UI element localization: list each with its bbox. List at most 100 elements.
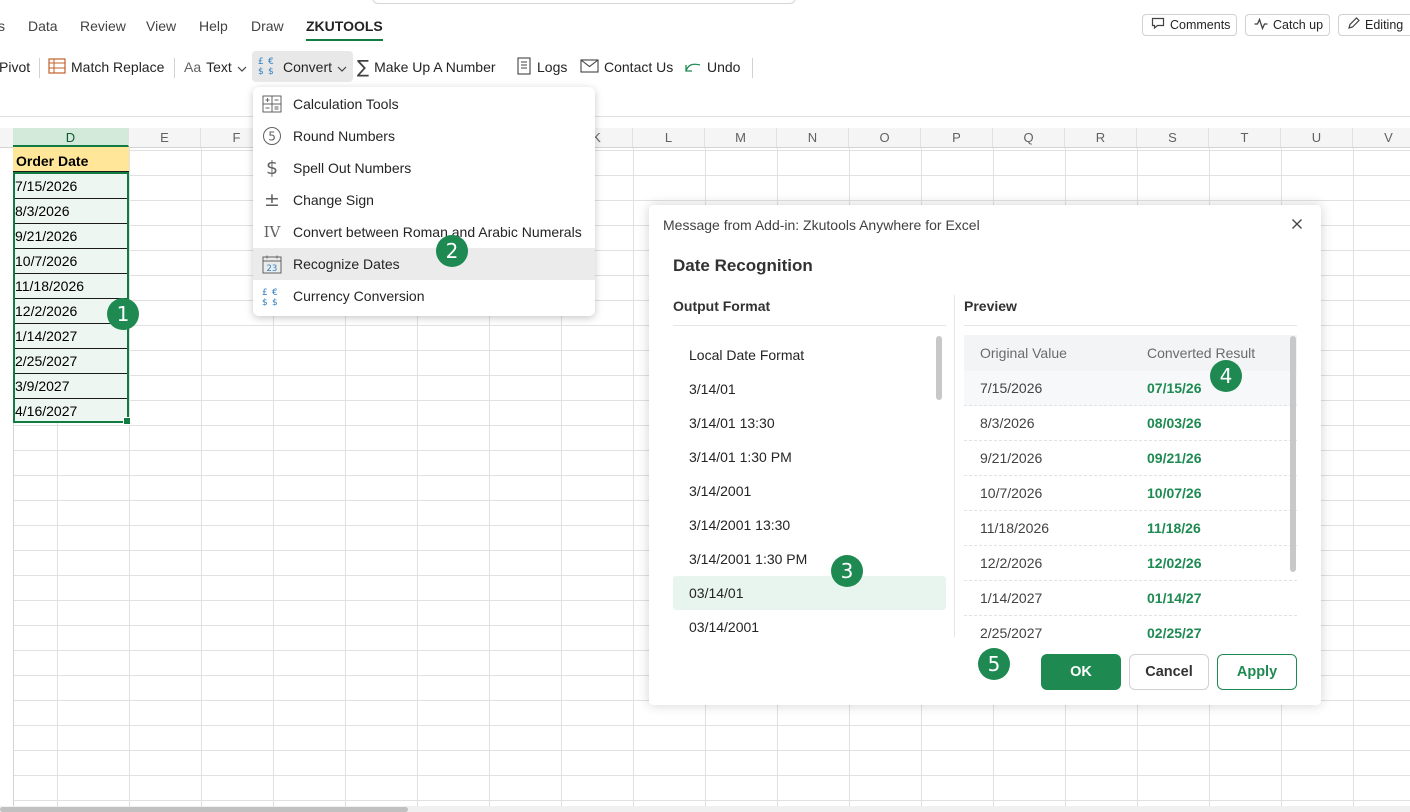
svg-text:$: $: [268, 67, 274, 75]
converted-value: 02/25/27: [1147, 625, 1202, 641]
step-badge-1: 1: [107, 298, 139, 330]
menu-item-label: Change Sign: [293, 192, 374, 208]
column-header-l[interactable]: L: [633, 128, 705, 147]
column-header-o[interactable]: O: [849, 128, 921, 147]
date-cell[interactable]: 2/25/2027: [15, 349, 127, 374]
tab-view[interactable]: View: [146, 18, 176, 34]
menu-item-round-numbers[interactable]: 5 Round Numbers: [253, 120, 595, 152]
format-option[interactable]: 3/14/01: [673, 372, 946, 406]
logs-label: Logs: [537, 59, 568, 75]
format-option[interactable]: 3/14/01 1:30 PM: [673, 440, 946, 474]
date-cell[interactable]: 7/15/2026: [15, 174, 127, 199]
menu-item-change-sign[interactable]: ± Change Sign: [253, 184, 595, 216]
format-option[interactable]: 3/14/01 13:30: [673, 406, 946, 440]
format-option-selected[interactable]: 03/14/01: [673, 576, 946, 610]
svg-text:£: £: [262, 288, 268, 298]
preview-scrollbar[interactable]: [1290, 336, 1296, 572]
calculator-grid-icon: [261, 95, 283, 113]
date-cell[interactable]: 9/21/2026: [15, 224, 127, 249]
tab-help[interactable]: Help: [199, 18, 228, 34]
column-header-u[interactable]: U: [1281, 128, 1353, 147]
date-cell[interactable]: 8/3/2026: [15, 199, 127, 224]
column-header-e[interactable]: E: [129, 128, 201, 147]
date-recognition-dialog: Message from Add-in: Zkutools Anywhere f…: [649, 205, 1321, 705]
column-header-n[interactable]: N: [777, 128, 849, 147]
close-icon[interactable]: [1289, 216, 1305, 232]
formula-bar[interactable]: [0, 86, 1410, 117]
format-option[interactable]: 3/14/2001: [673, 474, 946, 508]
menu-item-calculation-tools[interactable]: Calculation Tools: [253, 88, 595, 120]
preview-table-header: Original Value Converted Result: [964, 335, 1297, 371]
converted-value: 12/02/26: [1147, 555, 1202, 571]
divider: [964, 325, 1297, 326]
tab-draw[interactable]: Draw: [251, 18, 284, 34]
format-option[interactable]: 3/14/2001 13:30: [673, 508, 946, 542]
column-header-d[interactable]: D: [13, 128, 129, 147]
cancel-button[interactable]: Cancel: [1129, 654, 1209, 690]
order-date-header-cell[interactable]: Order Date: [13, 147, 129, 172]
original-value-header: Original Value: [980, 345, 1067, 361]
preview-row: 8/3/2026 08/03/26: [964, 406, 1297, 441]
tab-partial[interactable]: s: [0, 18, 5, 34]
date-cell[interactable]: 10/7/2026: [15, 249, 127, 274]
step-badge-4: 4: [1210, 360, 1242, 392]
preview-row: 11/18/2026 11/18/26: [964, 511, 1297, 546]
comments-label: Comments: [1170, 18, 1231, 32]
format-list[interactable]: Local Date Format 3/14/01 3/14/01 13:30 …: [673, 335, 946, 639]
catch-up-button[interactable]: Catch up: [1245, 14, 1330, 36]
convert-dropdown-menu: Calculation Tools 5 Round Numbers $ Spel…: [253, 87, 595, 316]
match-replace-button[interactable]: Match Replace: [48, 48, 164, 86]
original-value: 11/18/2026: [980, 520, 1050, 536]
date-cell[interactable]: 11/18/2026: [15, 274, 127, 299]
menu-item-recognize-dates[interactable]: 23 Recognize Dates: [253, 248, 595, 280]
ok-button[interactable]: OK: [1041, 654, 1121, 690]
original-value: 10/7/2026: [980, 485, 1043, 501]
format-option[interactable]: 3/14/2001 1:30 PM: [673, 542, 946, 576]
logs-button[interactable]: Logs: [516, 48, 567, 86]
tab-review[interactable]: Review: [80, 18, 126, 34]
make-up-number-label: Make Up A Number: [374, 59, 496, 75]
notebook-icon: [516, 56, 532, 78]
sigma-icon: ∑: [357, 56, 370, 78]
undo-button[interactable]: Undo: [684, 48, 740, 86]
convert-menu-button[interactable]: £ € $ $ Convert: [252, 51, 354, 82]
menu-item-roman-arabic[interactable]: IV Convert between Roman and Arabic Nume…: [253, 216, 595, 248]
contact-us-button[interactable]: Contact Us: [580, 48, 673, 86]
pivot-button[interactable]: Pivot: [0, 48, 30, 86]
match-replace-label: Match Replace: [71, 59, 165, 75]
preview-row: 1/14/2027 01/14/27: [964, 581, 1297, 616]
format-option[interactable]: Local Date Format: [673, 338, 946, 372]
date-cell[interactable]: 3/9/2027: [15, 374, 127, 399]
currency-exchange-icon: £ € $ $: [261, 286, 283, 306]
search-box[interactable]: [372, 0, 796, 4]
column-header-m[interactable]: M: [705, 128, 777, 147]
converted-value: 08/03/26: [1147, 415, 1202, 431]
undo-icon: [684, 59, 702, 76]
column-header-r[interactable]: R: [1065, 128, 1137, 147]
tab-data[interactable]: Data: [28, 18, 58, 34]
format-option[interactable]: 03/14/2001: [673, 610, 946, 639]
editing-mode-button[interactable]: Editing: [1338, 14, 1410, 36]
comments-button[interactable]: Comments: [1142, 14, 1237, 36]
column-header-t[interactable]: T: [1209, 128, 1281, 147]
date-cell[interactable]: 1/14/2027: [15, 324, 127, 349]
make-up-number-button[interactable]: ∑ Make Up A Number: [357, 48, 496, 86]
column-header-q[interactable]: Q: [993, 128, 1065, 147]
editing-label: Editing: [1365, 18, 1404, 32]
column-header-s[interactable]: S: [1137, 128, 1209, 147]
tab-zkutools[interactable]: ZKUTOOLS: [306, 18, 383, 41]
date-cell[interactable]: 4/16/2027: [15, 399, 127, 424]
scrollbar-thumb[interactable]: [0, 807, 408, 812]
menu-item-label: Convert between Roman and Arabic Numeral…: [293, 224, 582, 240]
column-header-p[interactable]: P: [921, 128, 993, 147]
preview-row: 2/25/2027 02/25/27: [964, 616, 1297, 641]
format-list-scrollbar[interactable]: [936, 336, 942, 400]
text-menu-button[interactable]: Aa Text: [184, 48, 247, 86]
menu-item-spell-out-numbers[interactable]: $ Spell Out Numbers: [253, 152, 595, 184]
apply-button[interactable]: Apply: [1217, 654, 1297, 690]
horizontal-scrollbar[interactable]: [0, 806, 1410, 812]
menu-item-currency-conversion[interactable]: £ € $ $ Currency Conversion: [253, 280, 595, 312]
svg-text:$: $: [258, 67, 264, 75]
column-header-v[interactable]: V: [1353, 128, 1410, 147]
menu-item-label: Spell Out Numbers: [293, 160, 412, 176]
